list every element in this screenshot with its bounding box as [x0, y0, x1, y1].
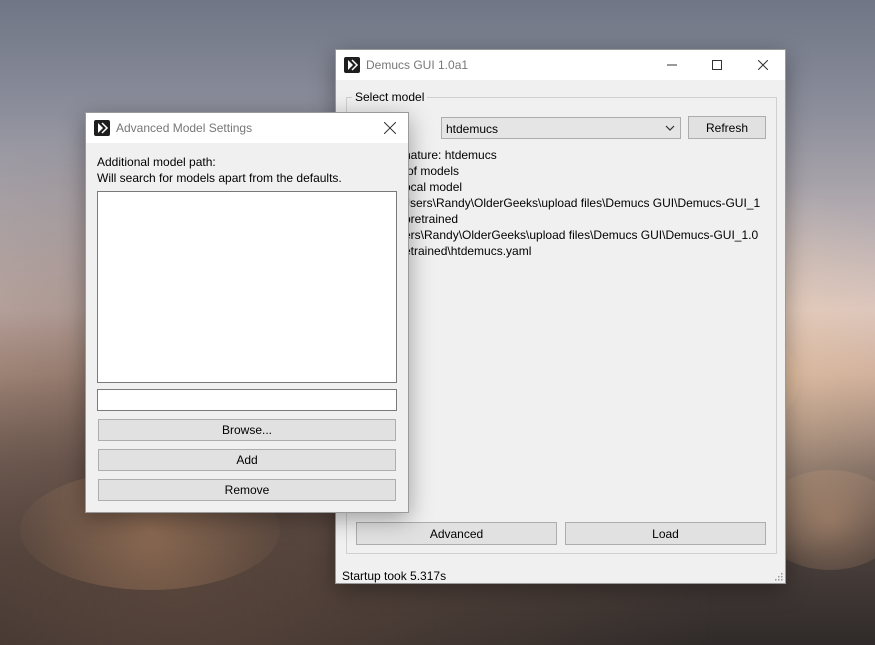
remove-path-button[interactable]: Remove [98, 479, 396, 501]
main-window-title: Demucs GUI 1.0a1 [366, 58, 469, 72]
main-titlebar[interactable]: Demucs GUI 1.0a1 [336, 50, 785, 80]
close-icon [384, 122, 396, 134]
maximize-button[interactable] [694, 50, 739, 80]
select-model-group-title: Select model [352, 90, 428, 104]
model-info-line: nature: htdemucs [404, 148, 497, 162]
maximize-icon [711, 60, 722, 70]
model-select[interactable]: htdemucs [441, 117, 681, 139]
status-bar-text: Startup took 5.317s [342, 569, 447, 583]
add-path-button[interactable]: Add [98, 449, 396, 471]
model-path-label: Additional model path: [97, 155, 216, 169]
demucs-logo-icon [344, 57, 360, 73]
advanced-window-title: Advanced Model Settings [116, 121, 253, 135]
load-button[interactable]: Load [565, 522, 766, 545]
minimize-icon [666, 64, 677, 66]
browse-button[interactable]: Browse... [98, 419, 396, 441]
close-button[interactable] [740, 50, 785, 80]
model-path-list[interactable] [97, 191, 397, 383]
model-select-value: htdemucs [446, 122, 499, 136]
chevron-down-icon [665, 125, 675, 131]
model-info-line: pretrained [404, 212, 459, 226]
minimize-button[interactable] [649, 50, 694, 80]
model-info-line: of models [407, 164, 460, 178]
advanced-titlebar[interactable]: Advanced Model Settings [86, 113, 408, 143]
model-info-line: ocal model [404, 180, 463, 194]
model-info-line: ers\Randy\OlderGeeks\upload files\Demucs… [404, 228, 759, 242]
model-path-input[interactable] [97, 389, 397, 411]
advanced-close-button[interactable] [370, 113, 410, 143]
resize-grip-icon[interactable] [775, 573, 783, 581]
advanced-model-settings-window: Advanced Model Settings Additional model… [85, 112, 409, 513]
demucs-logo-icon [94, 120, 110, 136]
refresh-button[interactable]: Refresh [688, 116, 766, 139]
model-path-hint: Will search for models apart from the de… [97, 171, 342, 185]
close-icon [757, 60, 768, 70]
advanced-button[interactable]: Advanced [356, 522, 557, 545]
model-info-line: etrained\htdemucs.yaml [404, 244, 532, 258]
model-info-line: Jsers\Randy\OlderGeeks\upload files\Demu… [404, 196, 761, 210]
